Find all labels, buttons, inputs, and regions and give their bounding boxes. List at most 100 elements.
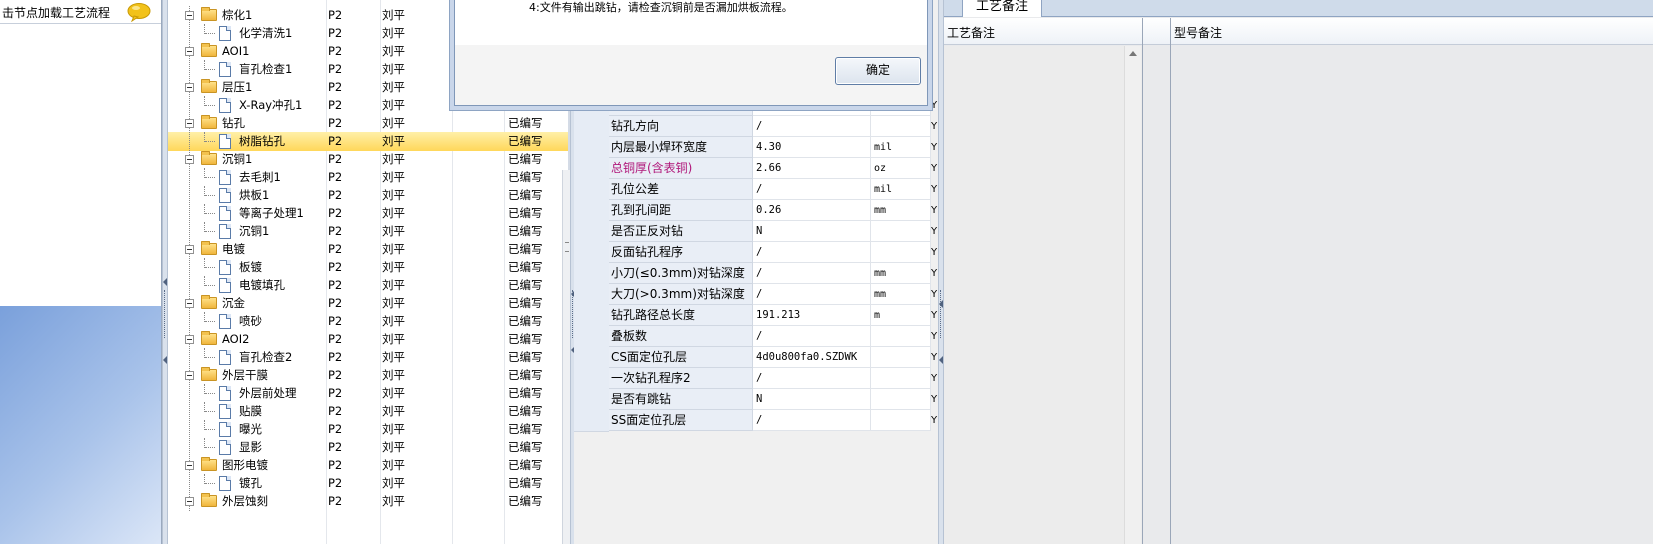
tree-folder-row[interactable]: 钻孔 P2 刘平 已编写 [168,114,568,133]
tree-cell-status: 已编写 [508,116,543,130]
tree-folder-row[interactable]: 沉金 P2 刘平 已编写 [168,294,568,313]
tree-item-row[interactable]: 电镀填孔 P2 刘平 已编写 [168,276,568,295]
collapse-node-icon[interactable] [185,11,194,20]
tree-cell-status: 已编写 [508,314,543,328]
tree-folder-row[interactable]: 电镀 P2 刘平 已编写 [168,240,568,259]
tree-folder-row[interactable]: 外层干膜 P2 刘平 已编写 [168,366,568,385]
tree-item-row[interactable]: 喷砂 P2 刘平 已编写 [168,312,568,331]
tree-node-label: 树脂钻孔 [239,134,285,148]
tree-item-row[interactable]: 曝光 P2 刘平 已编写 [168,420,568,439]
tree-scrollbar[interactable] [562,170,570,544]
tree-item-row[interactable]: 沉铜1 P2 刘平 已编写 [168,222,568,241]
collapse-node-icon[interactable] [185,155,194,164]
property-row[interactable]: 孔到孔间距 0.26 mm Y [574,200,938,222]
column-header-process-remarks[interactable]: 工艺备注 [947,24,995,41]
tree-folder-row[interactable]: 外层蚀刻 P2 刘平 已编写 [168,492,568,511]
tree-guide-line [205,429,215,430]
tree-cell-layer: P2 [328,116,343,130]
property-row[interactable]: 钻孔路径总长度 191.213 m Y [574,305,938,327]
collapse-node-icon[interactable] [185,461,194,470]
property-value[interactable]: / [753,410,871,431]
property-value[interactable]: 4d0u800fa0.SZDWK [753,347,871,368]
property-label: 孔位公差 [609,179,753,200]
tree-guide-line [205,69,215,70]
property-value[interactable]: / [753,284,871,305]
property-value[interactable]: / [753,116,871,137]
collapse-node-icon[interactable] [185,83,194,92]
property-label: 是否有跳钻 [609,389,753,410]
scroll-thumb-grip[interactable] [565,242,569,252]
property-flag: Y [931,415,938,426]
tree-cell-author: 刘平 [382,206,405,220]
splitter-grip[interactable] [164,290,167,338]
property-value[interactable]: / [753,263,871,284]
tree-guide-line [205,357,215,358]
property-value[interactable]: / [753,326,871,347]
tree-item-row[interactable]: 贴膜 P2 刘平 已编写 [168,402,568,421]
property-row[interactable]: 总铜厚(含表铜) 2.66 oz Y [574,158,938,180]
splitter-grip[interactable] [940,290,943,338]
column-header-model-remarks[interactable]: 型号备注 [1174,24,1222,41]
property-row[interactable]: 一次钻孔程序2/ Y [574,368,938,390]
collapse-node-icon[interactable] [185,335,194,344]
collapse-right-icon[interactable] [939,300,943,308]
collapse-right-icon[interactable] [939,356,943,364]
tree-guide-line [189,348,190,367]
property-value[interactable]: / [753,242,871,263]
scroll-up-icon[interactable] [1129,51,1137,56]
tree-folder-row[interactable]: 图形电镀 P2 刘平 已编写 [168,456,568,475]
folder-icon [201,7,217,21]
column-divider[interactable] [1142,18,1143,544]
column-divider[interactable] [1170,18,1171,544]
tree-node-label: 棕化1 [222,8,253,22]
property-row[interactable]: SS面定位孔层 / Y [574,410,938,432]
collapse-left-icon[interactable] [163,278,167,286]
tree-item-row[interactable]: 显影 P2 刘平 已编写 [168,438,568,457]
collapse-node-icon[interactable] [185,245,194,254]
process-remarks-scrollbar[interactable] [1124,46,1141,544]
collapse-left-icon[interactable] [163,356,167,364]
process-remarks-area[interactable] [944,46,1142,544]
tree-folder-row[interactable]: AOI2 P2 刘平 已编写 [168,330,568,349]
property-row[interactable]: 是否有跳钻 N Y [574,389,938,411]
document-icon [219,224,231,239]
collapse-node-icon[interactable] [185,299,194,308]
property-value[interactable]: 0.26 [753,200,871,221]
tree-item-row[interactable]: 去毛刺1 P2 刘平 已编写 [168,168,568,187]
tree-item-row[interactable]: 外层前处理 P2 刘平 已编写 [168,384,568,403]
tree-item-row[interactable]: 板镀 P2 刘平 已编写 [168,258,568,277]
ok-button[interactable]: 确定 [835,57,921,85]
property-value[interactable]: N [753,389,871,410]
tree-item-row[interactable]: 盲孔检查2 P2 刘平 已编写 [168,348,568,367]
property-value[interactable]: / [753,179,871,200]
property-row[interactable]: 是否正反对钻 N Y [574,221,938,243]
property-row[interactable]: 内层最小焊环宽度 4.30 mil Y [574,137,938,159]
property-row[interactable]: 孔位公差 / mil Y [574,179,938,201]
property-value[interactable]: / [753,368,871,389]
tree-folder-row[interactable]: 沉铜1 P2 刘平 已编写 [168,150,568,169]
property-row[interactable]: 大刀(>0.3mm)对钻深度 / mm Y [574,284,938,306]
collapse-node-icon[interactable] [185,47,194,56]
tree-item-row[interactable]: 等离子处理1 P2 刘平 已编写 [168,204,568,223]
property-row[interactable]: 钻孔方向 / Y [574,116,938,138]
collapse-node-icon[interactable] [185,371,194,380]
tab-process-remarks[interactable]: 工艺备注 [962,0,1042,17]
property-value[interactable]: 2.66 [753,158,871,179]
property-value[interactable]: 191.213 [753,305,871,326]
row-gutter [574,179,609,201]
property-row[interactable]: 反面钻孔程序 / Y [574,242,938,264]
tree-cell-author: 刘平 [382,296,405,310]
property-row[interactable]: CS面定位孔层 4d0u800fa0.SZDWK Y [574,347,938,369]
property-row[interactable]: 叠板数 / Y [574,326,938,348]
tree-item-row[interactable]: 树脂钻孔 P2 刘平 已编写 [168,132,568,151]
collapse-node-icon[interactable] [185,119,194,128]
collapse-node-icon[interactable] [185,497,194,506]
property-row[interactable]: 小刀(≤0.3mm)对钻深度 / mm Y [574,263,938,285]
tree-item-row[interactable]: 镀孔 P2 刘平 已编写 [168,474,568,493]
property-value[interactable]: 4.30 [753,137,871,158]
tree-item-row[interactable]: 烘板1 P2 刘平 已编写 [168,186,568,205]
tree-guide-line [189,276,190,295]
message-dialog: 4:文件有输出跳钻，请检查沉铜前是否漏加烘板流程。 确定 [454,0,928,106]
speech-bubble-icon[interactable] [126,2,152,22]
property-value[interactable]: N [753,221,871,242]
